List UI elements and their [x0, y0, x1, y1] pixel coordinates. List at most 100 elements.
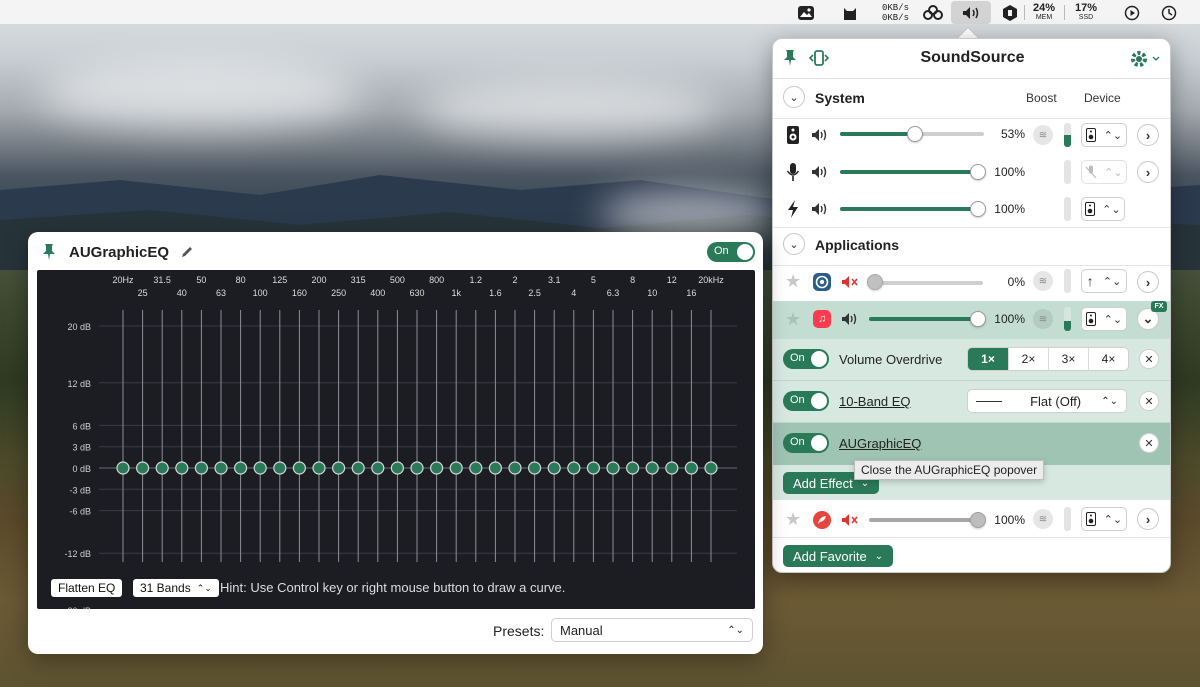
pencil-edit-icon[interactable]: [180, 245, 194, 264]
photos-icon[interactable]: [795, 0, 817, 25]
presets-select[interactable]: Manual ⌃⌄: [551, 618, 753, 642]
band-knob[interactable]: [704, 461, 718, 475]
bands-select[interactable]: 31 Bands ⌃⌄: [133, 579, 219, 597]
muted-speaker-icon[interactable]: [841, 274, 859, 290]
input-volume-slider[interactable]: [840, 170, 978, 174]
band-knob[interactable]: [351, 461, 365, 475]
remove-effect-close-icon[interactable]: ✕: [1139, 391, 1159, 411]
band-knob[interactable]: [292, 461, 306, 475]
band-knob[interactable]: [371, 461, 385, 475]
band-knob[interactable]: [194, 461, 208, 475]
settings-gear-icon[interactable]: [1128, 48, 1162, 75]
play-icon[interactable]: [1121, 0, 1143, 25]
band-knob[interactable]: [410, 461, 424, 475]
ssd-stat[interactable]: 17% SSD: [1070, 0, 1102, 25]
band-knob[interactable]: [625, 461, 640, 475]
input-expand-button[interactable]: ›: [1137, 161, 1159, 183]
remove-effect-close-icon[interactable]: ✕: [1139, 349, 1159, 369]
output-expand-button[interactable]: ›: [1137, 124, 1159, 146]
app-volume-knob[interactable]: [867, 274, 883, 290]
clock-icon[interactable]: [1158, 0, 1180, 25]
eq10-effect-name[interactable]: 10-Band EQ: [839, 394, 911, 409]
alerts-device-select[interactable]: ⌃⌄: [1081, 197, 1125, 221]
band-knob[interactable]: [430, 461, 444, 475]
boost-icon[interactable]: ≋: [1033, 509, 1053, 529]
band-knob[interactable]: [528, 461, 542, 475]
band-knob[interactable]: [684, 461, 699, 475]
overdrive-segmented-control[interactable]: 1× 2× 3× 4×: [967, 347, 1129, 371]
augraphiceq-toggle[interactable]: On: [783, 433, 829, 453]
music-volume-knob[interactable]: [970, 311, 986, 327]
add-favorite-button[interactable]: Add Favorite ⌄: [783, 545, 894, 567]
band-knob[interactable]: [469, 461, 483, 475]
output-device-select[interactable]: ⌃⌄: [1081, 123, 1127, 147]
favorite-star-icon[interactable]: ★: [785, 509, 801, 530]
band-knob[interactable]: [508, 461, 522, 475]
hexagon-icon[interactable]: [999, 0, 1021, 25]
system-collapse-button[interactable]: ⌄: [783, 86, 805, 108]
band-knob[interactable]: [332, 461, 346, 475]
volume-mute-toggle-icon[interactable]: [811, 127, 829, 143]
window-enable-toggle[interactable]: On: [707, 242, 755, 262]
muted-speaker-icon[interactable]: [841, 512, 859, 528]
network-monitor[interactable]: 0KB/s 0KB/s: [873, 0, 909, 25]
boost-icon[interactable]: ≋: [1033, 125, 1053, 145]
applications-collapse-button[interactable]: ⌄: [783, 233, 805, 255]
band-knob[interactable]: [135, 461, 150, 475]
eq-graph[interactable]: 20 dB 12 dB 6 dB 3 dB 0 dB -3 dB -6 dB -12 dB -2…: [37, 270, 755, 609]
band-knob[interactable]: [214, 461, 228, 475]
band-knob[interactable]: [116, 461, 130, 475]
memory-stat[interactable]: 24% MEM: [1028, 0, 1060, 25]
band-knob[interactable]: [253, 461, 267, 475]
volume-mute-toggle-icon[interactable]: [811, 201, 829, 217]
boost-icon[interactable]: ≋: [1033, 309, 1053, 329]
pin-icon[interactable]: [42, 243, 56, 266]
boost-icon[interactable]: ≋: [1033, 271, 1053, 291]
overdrive-toggle[interactable]: On: [783, 349, 829, 369]
graphic-eq-panel[interactable]: 20 dB 12 dB 6 dB 3 dB 0 dB -3 dB -6 dB -12 dB -2…: [37, 270, 755, 609]
alerts-volume-knob[interactable]: [970, 201, 986, 217]
band-knob[interactable]: [449, 461, 463, 475]
app-device-select[interactable]: ↑ ⌃⌄: [1081, 269, 1127, 293]
band-knob[interactable]: [547, 461, 561, 475]
app-expand-button[interactable]: ›: [1137, 508, 1159, 530]
eq10-toggle[interactable]: On: [783, 391, 829, 411]
link-icon[interactable]: [920, 0, 946, 25]
close-popover-close-icon[interactable]: ✕: [1139, 433, 1159, 453]
favorite-star-icon[interactable]: ★: [785, 309, 801, 330]
band-knob[interactable]: [390, 461, 404, 475]
flatten-eq-button[interactable]: Flatten EQ: [51, 579, 123, 597]
band-knob[interactable]: [312, 461, 326, 475]
augraphiceq-effect-name[interactable]: AUGraphicEQ: [839, 436, 921, 451]
band-knob[interactable]: [175, 461, 189, 475]
band-knob[interactable]: [645, 461, 659, 475]
input-device-select[interactable]: ⌃⌄: [1081, 160, 1127, 184]
overdrive-option[interactable]: 1×: [968, 348, 1008, 370]
band-knob[interactable]: [586, 461, 601, 475]
band-knob[interactable]: [155, 461, 169, 475]
app-volume-slider[interactable]: [869, 518, 979, 522]
favorite-star-icon[interactable]: ★: [785, 271, 801, 292]
music-volume-slider[interactable]: [869, 317, 979, 321]
app-volume-slider[interactable]: [869, 281, 983, 285]
overdrive-option[interactable]: 2×: [1008, 348, 1048, 370]
band-knob[interactable]: [234, 461, 248, 475]
band-knob[interactable]: [488, 461, 502, 475]
music-device-select[interactable]: ⌃⌄: [1081, 307, 1127, 331]
app-expand-button[interactable]: ›: [1137, 271, 1159, 293]
cat-icon[interactable]: [839, 0, 861, 25]
volume-mute-toggle-icon[interactable]: [841, 311, 859, 327]
band-knob[interactable]: [273, 461, 287, 475]
overdrive-option[interactable]: 3×: [1048, 348, 1088, 370]
volume-icon[interactable]: [951, 1, 991, 24]
alerts-volume-slider[interactable]: [840, 207, 978, 211]
volume-mute-toggle-icon[interactable]: [811, 164, 829, 180]
band-knob[interactable]: [567, 461, 581, 475]
input-volume-knob[interactable]: [970, 164, 986, 180]
output-volume-knob[interactable]: [907, 126, 923, 142]
app-volume-knob[interactable]: [970, 512, 986, 528]
band-knob[interactable]: [665, 461, 679, 475]
overdrive-option[interactable]: 4×: [1088, 348, 1128, 370]
eq10-preset-select[interactable]: Flat (Off) ⌃⌄: [967, 389, 1127, 413]
band-knob[interactable]: [606, 461, 620, 475]
